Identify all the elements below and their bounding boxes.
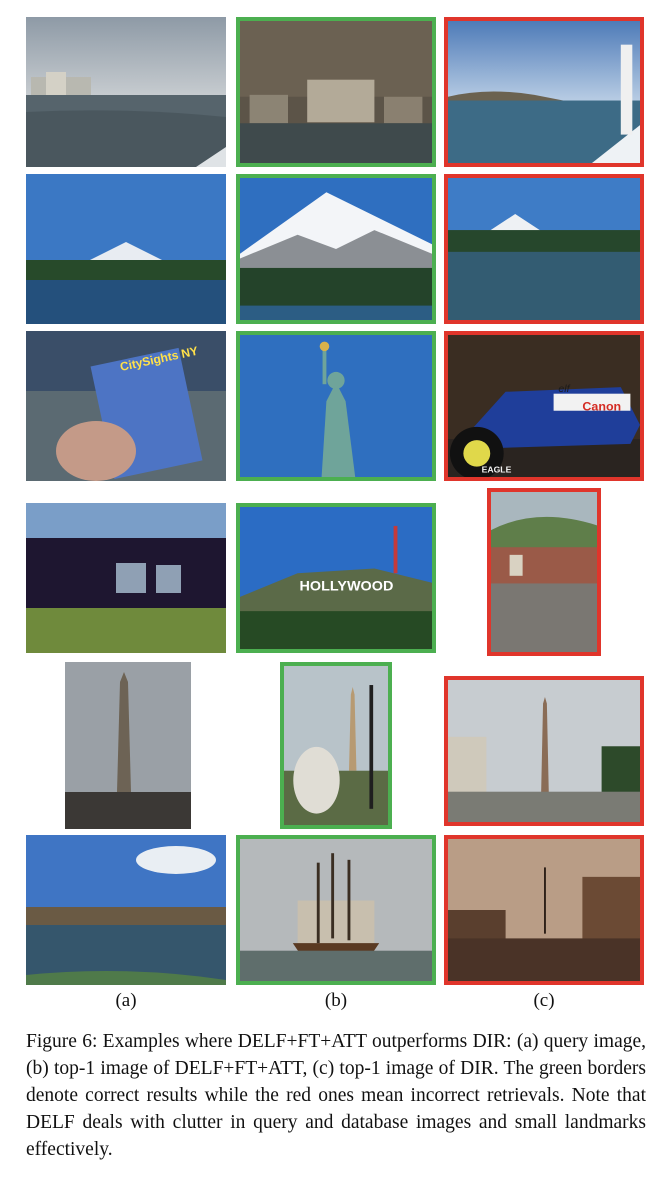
row4-query-image [26,503,226,653]
column-label-a: (a) [115,990,137,1011]
row1-dir-result-image [444,17,644,167]
tyre-text: EAGLE [482,464,512,474]
hollywood-sign-text: HOLLYWOOD [300,578,394,594]
row3-query-image: CitySights NY [26,331,226,481]
row4-delf-result-image: HOLLYWOOD [236,503,436,653]
figure-caption: Figure 6: Examples where DELF+FT+ATT out… [26,1031,646,1160]
figure-image-grid: CitySights NY Canon elf EAGLE HOLLYWOOD [0,0,670,990]
row4-dir-result-image [487,488,601,656]
row3-delf-result-image [236,331,436,481]
column-label-c: (c) [533,990,555,1011]
row3-dir-result-image: Canon elf EAGLE [444,331,644,481]
car-sponsor2-text: elf [558,384,570,395]
row6-query-image [26,835,226,985]
row2-delf-result-image [236,174,436,324]
column-label-b: (b) [324,990,348,1011]
row5-dir-result-image [444,676,644,826]
row2-query-image [26,174,226,324]
row6-dir-result-image [444,835,644,985]
row5-delf-result-image [280,662,392,829]
row6-delf-result-image [236,835,436,985]
row1-query-image [26,17,226,167]
car-sponsor-text: Canon [582,400,621,414]
row5-query-image [65,662,191,829]
row1-delf-result-image [236,17,436,167]
row2-dir-result-image [444,174,644,324]
